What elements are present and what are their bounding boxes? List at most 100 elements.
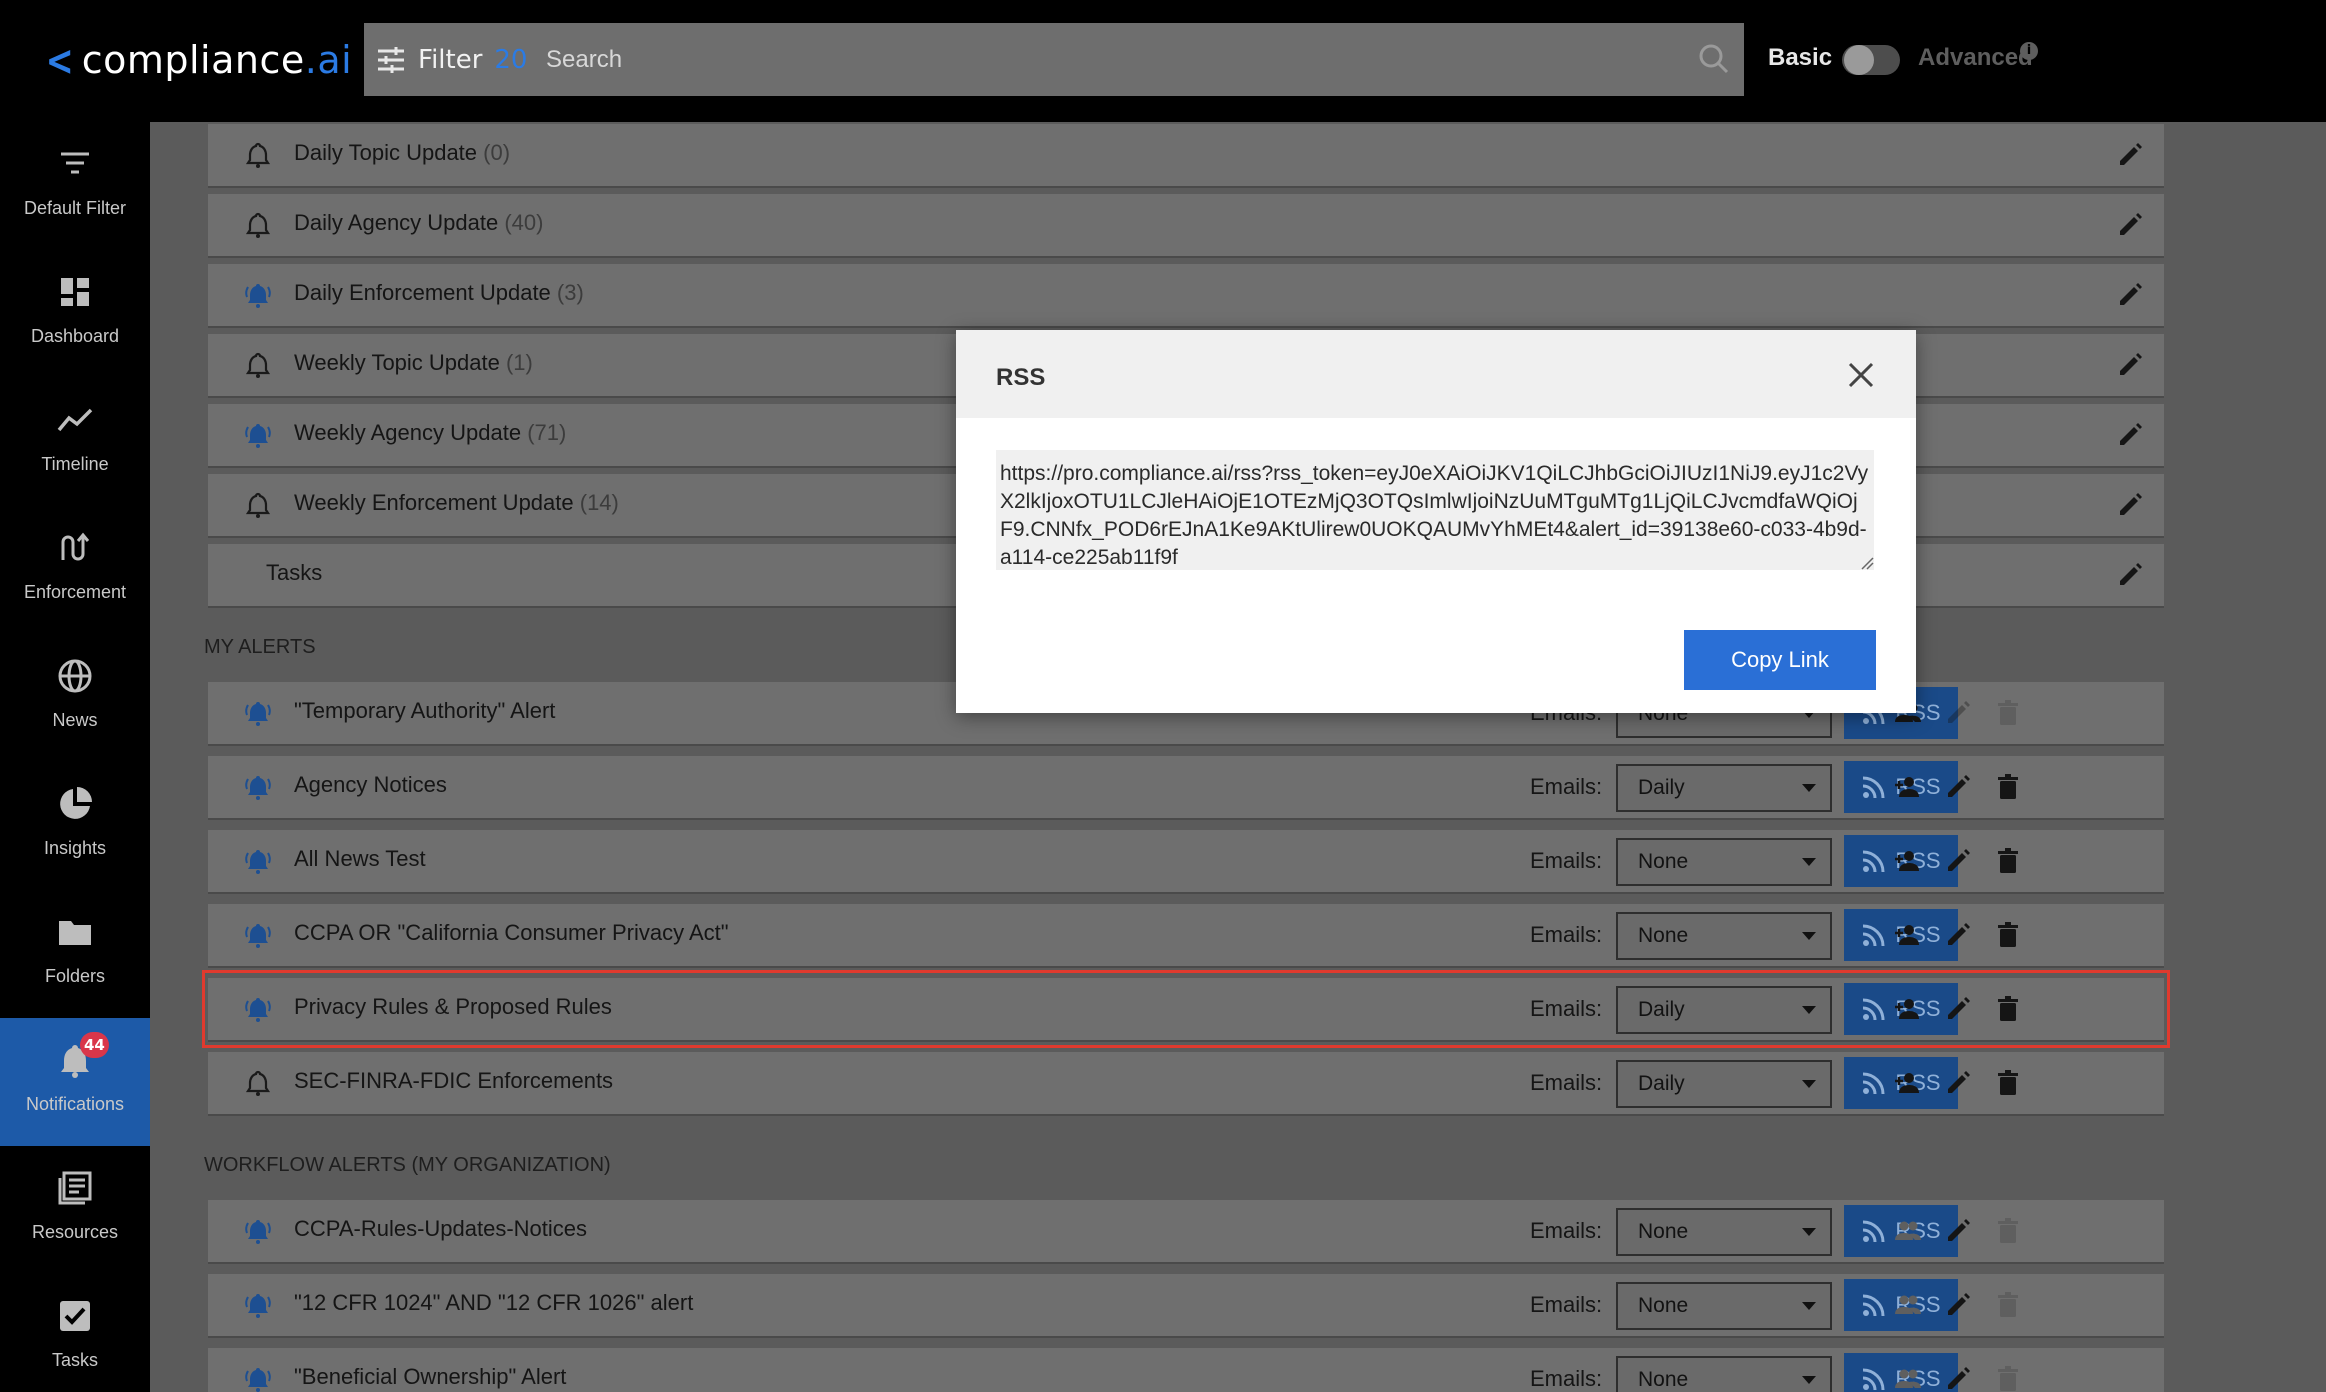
alert-row[interactable]: All News Test Emails: None RSS [208, 830, 2164, 892]
copy-link-button[interactable]: Copy Link [1684, 630, 1876, 690]
sidebar-item-default-filter[interactable]: Default Filter [0, 122, 150, 250]
digest-title: Weekly Agency Update (71) [294, 420, 567, 445]
sidebar-item-enforcement[interactable]: Enforcement [0, 506, 150, 634]
sidebar-item-folders[interactable]: Folders [0, 890, 150, 1018]
sidebar-item-label: Tasks [51, 1350, 98, 1370]
pencil-icon[interactable] [2116, 351, 2144, 379]
search-bar [528, 23, 1744, 96]
email-frequency-select[interactable]: Daily [1616, 1060, 1832, 1108]
rss-icon [1863, 1368, 1885, 1391]
close-icon[interactable] [1846, 360, 1876, 390]
sidebar-item-label: News [52, 710, 98, 730]
alert-row[interactable]: Agency Notices Emails: Daily RSS [208, 756, 2164, 818]
email-frequency-select[interactable]: None [1616, 912, 1832, 960]
alert-title: "Temporary Authority" Alert [294, 698, 556, 723]
sidebar-item-insights[interactable]: Insights [0, 762, 150, 890]
rss-url-textarea[interactable] [996, 450, 1874, 570]
alert-row[interactable]: "12 CFR 1024" AND "12 CFR 1026" alert Ema… [208, 1274, 2164, 1336]
trash-icon[interactable] [1994, 921, 2022, 949]
emails-label: Emails: [1530, 848, 1603, 873]
sidebar-item-resources[interactable]: Resources [0, 1146, 150, 1274]
pencil-icon[interactable] [1944, 773, 1972, 801]
filter-lines-icon [61, 152, 89, 174]
alert-row[interactable]: "Beneficial Ownership" Alert Emails: None R… [208, 1348, 2164, 1392]
sidebar-item-label: Default Filter [23, 198, 127, 218]
filter-count: 20 [494, 44, 528, 75]
emails-label: Emails: [1530, 1366, 1603, 1391]
alert-row[interactable]: SEC-FINRA-FDIC Enforcements Emails: Daily R… [208, 1052, 2164, 1114]
trash-icon [1998, 1366, 2018, 1391]
pencil-icon[interactable] [2116, 211, 2144, 239]
resize-grip-icon[interactable] [1860, 556, 1874, 570]
email-frequency-value: None [1638, 1294, 1689, 1317]
modal-title: RSS [996, 364, 1046, 391]
trash-icon[interactable] [1994, 1069, 2022, 1097]
enforcement-icon [61, 532, 90, 561]
mode-basic-label: Basic [1768, 44, 1833, 71]
pencil-icon[interactable] [2116, 281, 2144, 309]
info-icon[interactable]: i [2020, 42, 2038, 60]
compliance-ai-logo[interactable]: < compliance .ai [42, 34, 352, 86]
sidebar-item-tasks[interactable]: Tasks [0, 1274, 150, 1392]
pencil-icon[interactable] [1944, 847, 1972, 875]
search-input[interactable] [528, 23, 1688, 96]
emails-label: Emails: [1530, 922, 1603, 947]
add-person-icon[interactable] [1894, 773, 1922, 801]
add-person-icon[interactable] [1894, 921, 1922, 949]
email-frequency-value: Daily [1638, 1072, 1685, 1095]
pencil-icon[interactable] [1944, 1365, 1972, 1392]
email-frequency-select[interactable]: None [1616, 1282, 1832, 1330]
sidebar-item-timeline[interactable]: Timeline [0, 378, 150, 506]
my-alerts-heading: MY ALERTS [204, 636, 316, 658]
basic-advanced-toggle[interactable] [1842, 45, 1900, 75]
rss-icon [1863, 850, 1885, 873]
pencil-icon[interactable] [2116, 141, 2144, 169]
pencil-icon[interactable] [1944, 1217, 1972, 1245]
add-person-icon[interactable] [1894, 847, 1922, 875]
caret-down-icon [1802, 1080, 1816, 1088]
dashboard-icon [61, 278, 89, 306]
sidebar-item-label: Resources [31, 1222, 119, 1242]
pencil-icon[interactable] [2116, 561, 2144, 589]
trash-icon[interactable] [1994, 847, 2022, 875]
alert-title: All News Test [294, 846, 426, 871]
alert-title: "Beneficial Ownership" Alert [294, 1364, 567, 1389]
caret-down-icon [1802, 858, 1816, 866]
sidebar-item-notifications[interactable]: 44 Notifications [0, 1018, 150, 1146]
sidebar-item-label: Folders [44, 966, 106, 986]
alert-title: SEC-FINRA-FDIC Enforcements [294, 1068, 614, 1093]
modal-header: RSS [956, 330, 1916, 418]
filter-button[interactable]: Filter 20 [364, 23, 528, 96]
pencil-icon[interactable] [1944, 921, 1972, 949]
bell-ringing-icon [245, 1220, 271, 1244]
email-frequency-value: None [1638, 850, 1689, 873]
rss-icon [1863, 1072, 1885, 1095]
email-frequency-select[interactable]: None [1616, 1208, 1832, 1256]
search-icon[interactable] [1698, 43, 1730, 75]
logo-text: compliance [81, 38, 305, 82]
email-frequency-select[interactable]: Daily [1616, 764, 1832, 812]
email-frequency-select[interactable]: None [1616, 1356, 1832, 1392]
digest-row[interactable]: Daily Agency Update (40) [208, 194, 2164, 256]
pencil-icon[interactable] [1944, 1291, 1972, 1319]
pie-chart-icon [60, 787, 92, 819]
emails-label: Emails: [1530, 774, 1603, 799]
bell-ringing-icon [245, 702, 271, 726]
sidebar-item-news[interactable]: News [0, 634, 150, 762]
bell-ringing-icon [245, 1368, 271, 1392]
pencil-icon[interactable] [2116, 421, 2144, 449]
bell-ringing-icon [245, 1294, 271, 1318]
pencil-icon[interactable] [1944, 1069, 1972, 1097]
trash-icon[interactable] [1994, 773, 2022, 801]
rss-icon [1863, 776, 1885, 799]
digest-row[interactable]: Daily Topic Update (0) [208, 124, 2164, 186]
sidebar-item-dashboard[interactable]: Dashboard [0, 250, 150, 378]
pencil-icon[interactable] [2116, 491, 2144, 519]
alert-row[interactable]: CCPA OR "California Consumer Privacy Act… [208, 904, 2164, 966]
email-frequency-select[interactable]: None [1616, 838, 1832, 886]
digest-row[interactable]: Daily Enforcement Update (3) [208, 264, 2164, 326]
add-person-icon[interactable] [1894, 1069, 1922, 1097]
bell-outline-icon [245, 142, 271, 168]
emails-label: Emails: [1530, 1292, 1603, 1317]
alert-row[interactable]: CCPA-Rules-Updates-Notices Emails: None RSS [208, 1200, 2164, 1262]
